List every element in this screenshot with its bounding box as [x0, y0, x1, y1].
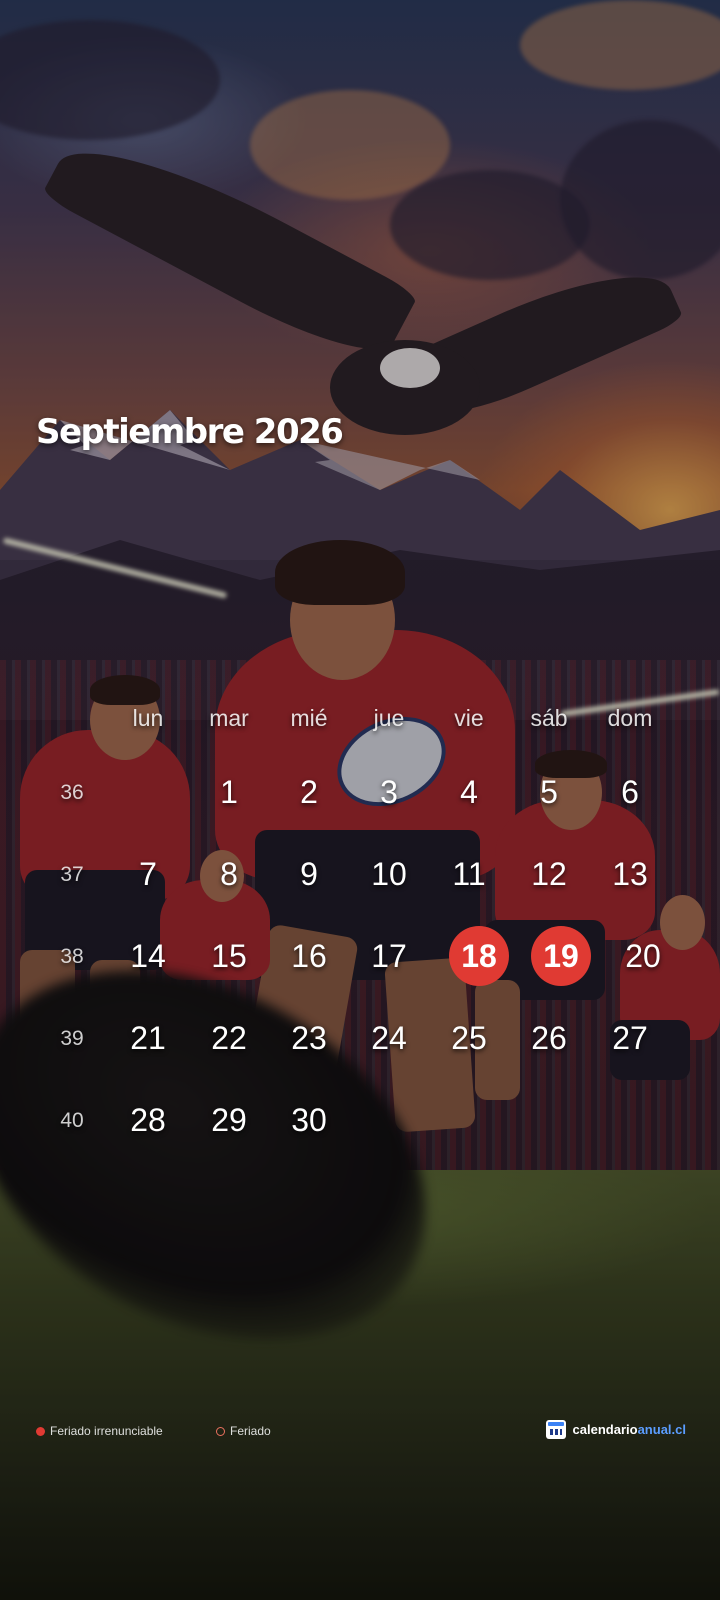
ring-dot-icon	[216, 1426, 225, 1436]
week-number: 37	[60, 863, 84, 886]
week-number: 40	[60, 1109, 84, 1132]
week-number: 36	[60, 781, 84, 804]
day-cell[interactable]: 3	[359, 762, 419, 822]
weekday-header: sáb	[530, 705, 568, 731]
day-cell[interactable]: 23	[279, 1008, 339, 1068]
day-cell[interactable]: 7	[118, 844, 178, 904]
day-cell[interactable]: 24	[359, 1008, 419, 1068]
day-cell[interactable]: 30	[279, 1090, 339, 1150]
week-number: 38	[60, 945, 84, 968]
day-cell[interactable]: 21	[118, 1008, 178, 1068]
day-cell[interactable]: 9	[279, 844, 339, 904]
weekday-header: lun	[132, 705, 164, 731]
month-title: Septiembre 2026	[36, 412, 344, 452]
calendar-icon	[545, 1420, 566, 1439]
day-cell[interactable]: 27	[600, 1008, 660, 1068]
day-cell[interactable]: 22	[199, 1008, 259, 1068]
day-cell[interactable]: 5	[519, 762, 579, 822]
day-cell[interactable]: 6	[600, 762, 660, 822]
day-cell[interactable]: 14	[118, 926, 178, 986]
legend-holiday-label: Feriado	[230, 1424, 271, 1438]
day-cell[interactable]: 29	[199, 1090, 259, 1150]
day-cell[interactable]: 26	[519, 1008, 579, 1068]
filled-dot-icon	[36, 1426, 45, 1436]
brand-logo[interactable]: calendarioanual.cl	[545, 1420, 686, 1439]
brand-name-accent: anual.cl	[637, 1422, 686, 1437]
legend-holiday: Feriado	[216, 1424, 271, 1438]
day-cell[interactable]: 28	[118, 1090, 178, 1150]
day-cell[interactable]: 13	[600, 844, 660, 904]
day-cell[interactable]: 10	[359, 844, 419, 904]
weekday-header: jue	[373, 705, 405, 731]
day-cell-irrenunciable-holiday[interactable]: 18	[449, 926, 509, 986]
day-cell[interactable]: 12	[519, 844, 579, 904]
day-cell[interactable]: 8	[199, 844, 259, 904]
weekday-header: mar	[209, 705, 249, 731]
brand-name: calendarioanual.cl	[573, 1422, 686, 1437]
week-number: 39	[60, 1027, 84, 1050]
weekday-header: mié	[290, 705, 328, 731]
day-cell[interactable]: 15	[199, 926, 259, 986]
day-cell[interactable]: 11	[439, 844, 499, 904]
day-cell[interactable]: 4	[439, 762, 499, 822]
weekday-header: dom	[607, 705, 653, 731]
day-cell[interactable]: 2	[279, 762, 339, 822]
day-cell-irrenunciable-holiday[interactable]: 19	[531, 926, 591, 986]
brand-name-main: calendario	[572, 1422, 638, 1437]
legend-irrenunciable-label: Feriado irrenunciable	[50, 1424, 163, 1438]
day-cell[interactable]: 16	[279, 926, 339, 986]
weekday-header: vie	[454, 705, 484, 731]
day-cell[interactable]: 20	[613, 926, 673, 986]
day-cell[interactable]: 25	[439, 1008, 499, 1068]
legend-irrenunciable: Feriado irrenunciable	[36, 1424, 163, 1438]
day-cell[interactable]: 17	[359, 926, 419, 986]
day-cell[interactable]: 1	[199, 762, 259, 822]
